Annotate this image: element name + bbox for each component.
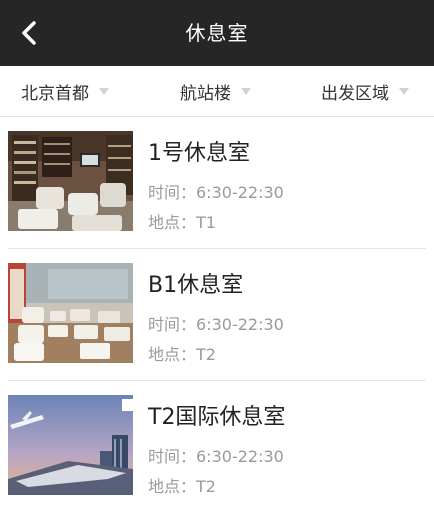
location-label: 地点： xyxy=(148,477,197,496)
lounge-location: 地点：T2 xyxy=(148,473,216,497)
lounge-hours-value: 6:30-22:30 xyxy=(196,315,284,334)
lounge-hours-value: 6:30-22:30 xyxy=(196,183,284,202)
lounge-location-value: T2 xyxy=(196,345,216,364)
lounge-photo xyxy=(8,263,133,363)
lounge-location-value: T2 xyxy=(196,477,216,496)
time-label: 时间： xyxy=(148,447,197,466)
terminal-filter-dropdown[interactable]: 航站楼 xyxy=(180,66,251,116)
dropdown-arrow-icon xyxy=(399,87,409,95)
lounge-list-item[interactable]: B1休息室 时间：6:30-22:30 地点：T2 xyxy=(0,249,434,381)
top-navigation-bar: 休息室 xyxy=(0,0,434,66)
lounge-list-item[interactable]: T2国际休息室 时间：6:30-22:30 地点：T2 xyxy=(0,381,434,513)
dropdown-arrow-icon xyxy=(99,87,109,95)
lounge-hours: 时间：6:30-22:30 xyxy=(148,311,284,335)
departure-area-filter-dropdown[interactable]: 出发区域 xyxy=(321,66,409,116)
lounge-hours-value: 6:30-22:30 xyxy=(196,447,284,466)
airport-filter-label: 北京首都 xyxy=(21,83,89,104)
lounge-location: 地点：T2 xyxy=(148,341,216,365)
dropdown-arrow-icon xyxy=(241,87,251,95)
airport-filter-dropdown[interactable]: 北京首都 xyxy=(21,66,109,116)
location-label: 地点： xyxy=(148,213,197,232)
terminal-filter-label: 航站楼 xyxy=(180,83,231,104)
lounge-photo xyxy=(8,131,133,231)
lounge-list-item[interactable]: 1号休息室 时间：6:30-22:30 地点：T1 xyxy=(0,117,434,249)
time-label: 时间： xyxy=(148,183,197,202)
lounge-name: 1号休息室 xyxy=(148,141,250,166)
lounge-name: B1休息室 xyxy=(148,273,244,298)
lounge-hours: 时间：6:30-22:30 xyxy=(148,443,284,467)
page-title: 休息室 xyxy=(185,21,249,45)
lounge-location-value: T1 xyxy=(196,213,216,232)
lounge-name: T2国际休息室 xyxy=(148,405,286,430)
lounge-hours: 时间：6:30-22:30 xyxy=(148,179,284,203)
departure-area-filter-label: 出发区域 xyxy=(321,83,389,104)
location-label: 地点： xyxy=(148,345,197,364)
lounge-location: 地点：T1 xyxy=(148,209,216,233)
lounge-photo xyxy=(8,395,133,495)
time-label: 时间： xyxy=(148,315,197,334)
filter-bar: 北京首都 航站楼 出发区域 xyxy=(0,66,434,117)
